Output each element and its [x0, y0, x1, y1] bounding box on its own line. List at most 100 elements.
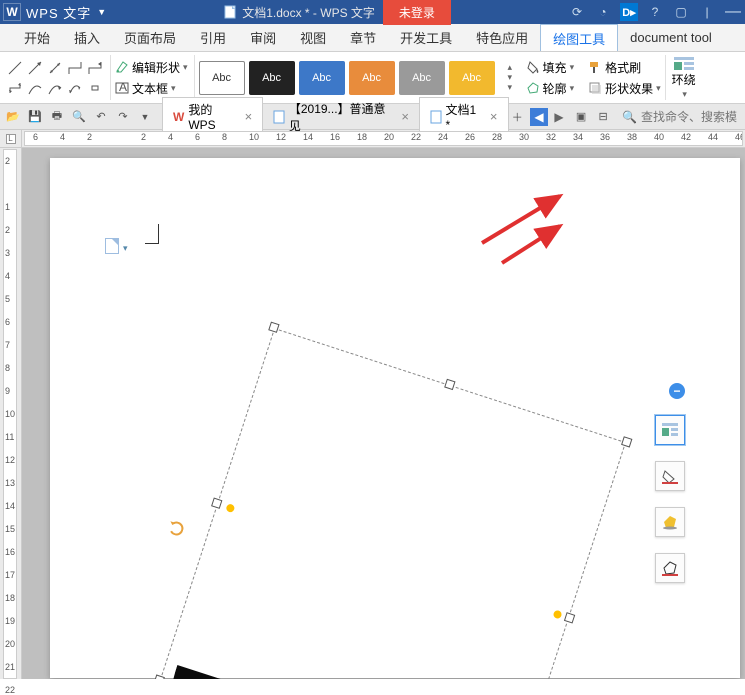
- menu-item-5[interactable]: 视图: [288, 24, 338, 51]
- tab-prev-icon[interactable]: ◀: [530, 108, 548, 126]
- layout-option-button[interactable]: [655, 415, 685, 445]
- search-icon: 🔍: [622, 110, 637, 124]
- app-logo[interactable]: W: [3, 3, 21, 21]
- style-preset[interactable]: Abc: [399, 61, 445, 95]
- minimize-icon[interactable]: —: [724, 3, 742, 21]
- more-lines-icon[interactable]: [86, 79, 104, 97]
- fill-button[interactable]: 填充▾: [526, 59, 575, 76]
- tab-label-wps: 我的WPS: [188, 101, 237, 132]
- pin-icon[interactable]: ⊟: [594, 108, 612, 126]
- elbow-double-icon[interactable]: [6, 79, 24, 97]
- shape-tools-group: 编辑形状▾ A 文本框▾: [115, 55, 195, 100]
- login-button[interactable]: 未登录: [383, 0, 451, 25]
- outline-label: 轮廓: [543, 80, 567, 97]
- elbow-icon[interactable]: [66, 59, 84, 77]
- tab-label-doc3: 文档1 *: [446, 101, 483, 132]
- app-dropdown-icon[interactable]: ▼: [97, 7, 106, 17]
- close-icon[interactable]: ×: [245, 109, 253, 124]
- window-icon[interactable]: ▣: [572, 108, 590, 126]
- workspace: 212345678910111213141516171819202122 ▾: [0, 148, 745, 679]
- preview-icon[interactable]: 🔍: [70, 108, 88, 126]
- restore-icon[interactable]: ▢: [672, 3, 690, 21]
- style-gallery-group: AbcAbcAbcAbcAbcAbc: [199, 55, 501, 100]
- new-tab-icon[interactable]: ＋: [509, 108, 527, 126]
- open-icon[interactable]: 📂: [4, 108, 22, 126]
- app-name: WPS 文字: [26, 3, 91, 22]
- dropdown-icon[interactable]: ▾: [508, 84, 519, 91]
- shape-effect-icon: [588, 81, 602, 95]
- style-preset[interactable]: Abc: [199, 61, 245, 95]
- curve-arrow-icon[interactable]: [46, 79, 64, 97]
- edit-shape-label: 编辑形状: [132, 59, 180, 76]
- elbow-arrow-icon[interactable]: [86, 59, 104, 77]
- textbox-icon: A: [115, 81, 129, 95]
- ruler-corner-icon[interactable]: L: [6, 134, 16, 144]
- divider: |: [698, 3, 716, 21]
- fill-option-button[interactable]: [655, 461, 685, 491]
- menu-item-3[interactable]: 引用: [188, 24, 238, 51]
- gallery-expand[interactable]: ▴ ▾ ▾: [508, 64, 519, 91]
- double-arrow-icon[interactable]: [46, 59, 64, 77]
- cloud-icon[interactable]: ◔: [594, 3, 612, 21]
- doc-icon: [273, 110, 285, 124]
- menu-item-9[interactable]: 绘图工具: [540, 24, 618, 51]
- style-preset[interactable]: Abc: [449, 61, 495, 95]
- shadow-option-button[interactable]: [655, 507, 685, 537]
- quick-format-panel: −: [655, 383, 685, 583]
- style-preset[interactable]: Abc: [249, 61, 295, 95]
- fill-label: 填充: [543, 59, 567, 76]
- menu-item-10[interactable]: document tool: [618, 24, 724, 51]
- arrow-line-icon[interactable]: [26, 59, 44, 77]
- outline-icon: [526, 81, 540, 95]
- wrap-label: 环绕: [672, 71, 696, 88]
- close-icon[interactable]: ×: [401, 109, 409, 124]
- lines-group: [6, 55, 111, 100]
- curve-double-icon[interactable]: [66, 79, 84, 97]
- style-gallery[interactable]: AbcAbcAbcAbcAbcAbc: [199, 61, 495, 95]
- chevron-down-icon[interactable]: ▾: [508, 74, 519, 81]
- dropdown-icon[interactable]: ▼: [136, 108, 154, 126]
- menu-item-1[interactable]: 插入: [62, 24, 112, 51]
- outline-option-button[interactable]: [655, 553, 685, 583]
- curve-icon[interactable]: [26, 79, 44, 97]
- menu-item-8[interactable]: 特色应用: [464, 24, 540, 51]
- style-preset[interactable]: Abc: [349, 61, 395, 95]
- doc-icon: [430, 110, 442, 124]
- ruler-vertical[interactable]: 212345678910111213141516171819202122: [3, 149, 17, 679]
- shape-effect-button[interactable]: 形状效果▾: [588, 80, 661, 97]
- titlebar: W WPS 文字 ▼ 文档1.docx * - WPS 文字 未登录 ⟳ ◔ D…: [0, 0, 745, 24]
- style-preset[interactable]: Abc: [299, 61, 345, 95]
- redo-icon[interactable]: ↷: [114, 108, 132, 126]
- search-input[interactable]: [641, 110, 741, 124]
- textbox-label: 文本框: [132, 80, 168, 97]
- format-painter-label: 格式刷: [605, 59, 641, 76]
- collapse-icon[interactable]: −: [669, 383, 685, 399]
- edit-shape-button[interactable]: 编辑形状▾: [115, 59, 188, 76]
- paragraph-mark: [145, 224, 159, 244]
- line-icon[interactable]: [6, 59, 24, 77]
- format-painter-button[interactable]: 格式刷: [588, 59, 641, 76]
- wrap-icon: [673, 55, 695, 70]
- help-icon[interactable]: ?: [646, 3, 664, 21]
- canvas[interactable]: ▾ −: [22, 148, 745, 679]
- tab-label-doc2: 【2019...】普通意见: [289, 100, 395, 134]
- menu-item-6[interactable]: 章节: [338, 24, 388, 51]
- print-icon[interactable]: 🖶: [48, 108, 66, 126]
- textbox-button[interactable]: A 文本框▾: [115, 80, 188, 97]
- save-icon[interactable]: 💾: [26, 108, 44, 126]
- menu-item-4[interactable]: 审阅: [238, 24, 288, 51]
- menu-item-7[interactable]: 开发工具: [388, 24, 464, 51]
- document-icon: [223, 5, 237, 19]
- menu-item-0[interactable]: 开始: [12, 24, 62, 51]
- skin-icon[interactable]: D▸: [620, 3, 638, 21]
- menu-item-2[interactable]: 页面布局: [112, 24, 188, 51]
- close-icon[interactable]: ×: [490, 109, 498, 124]
- chevron-up-icon[interactable]: ▴: [508, 64, 519, 71]
- command-search[interactable]: 🔍: [622, 110, 741, 124]
- ruler-horizontal[interactable]: 6422468101214161820222426283032343638404…: [24, 131, 743, 146]
- tab-next-icon[interactable]: ▶: [550, 108, 568, 126]
- outline-button[interactable]: 轮廓▾: [526, 80, 575, 97]
- undo-icon[interactable]: ↶: [92, 108, 110, 126]
- wrap-button[interactable]: 环绕▾: [665, 55, 702, 100]
- sync-icon[interactable]: ⟳: [568, 3, 586, 21]
